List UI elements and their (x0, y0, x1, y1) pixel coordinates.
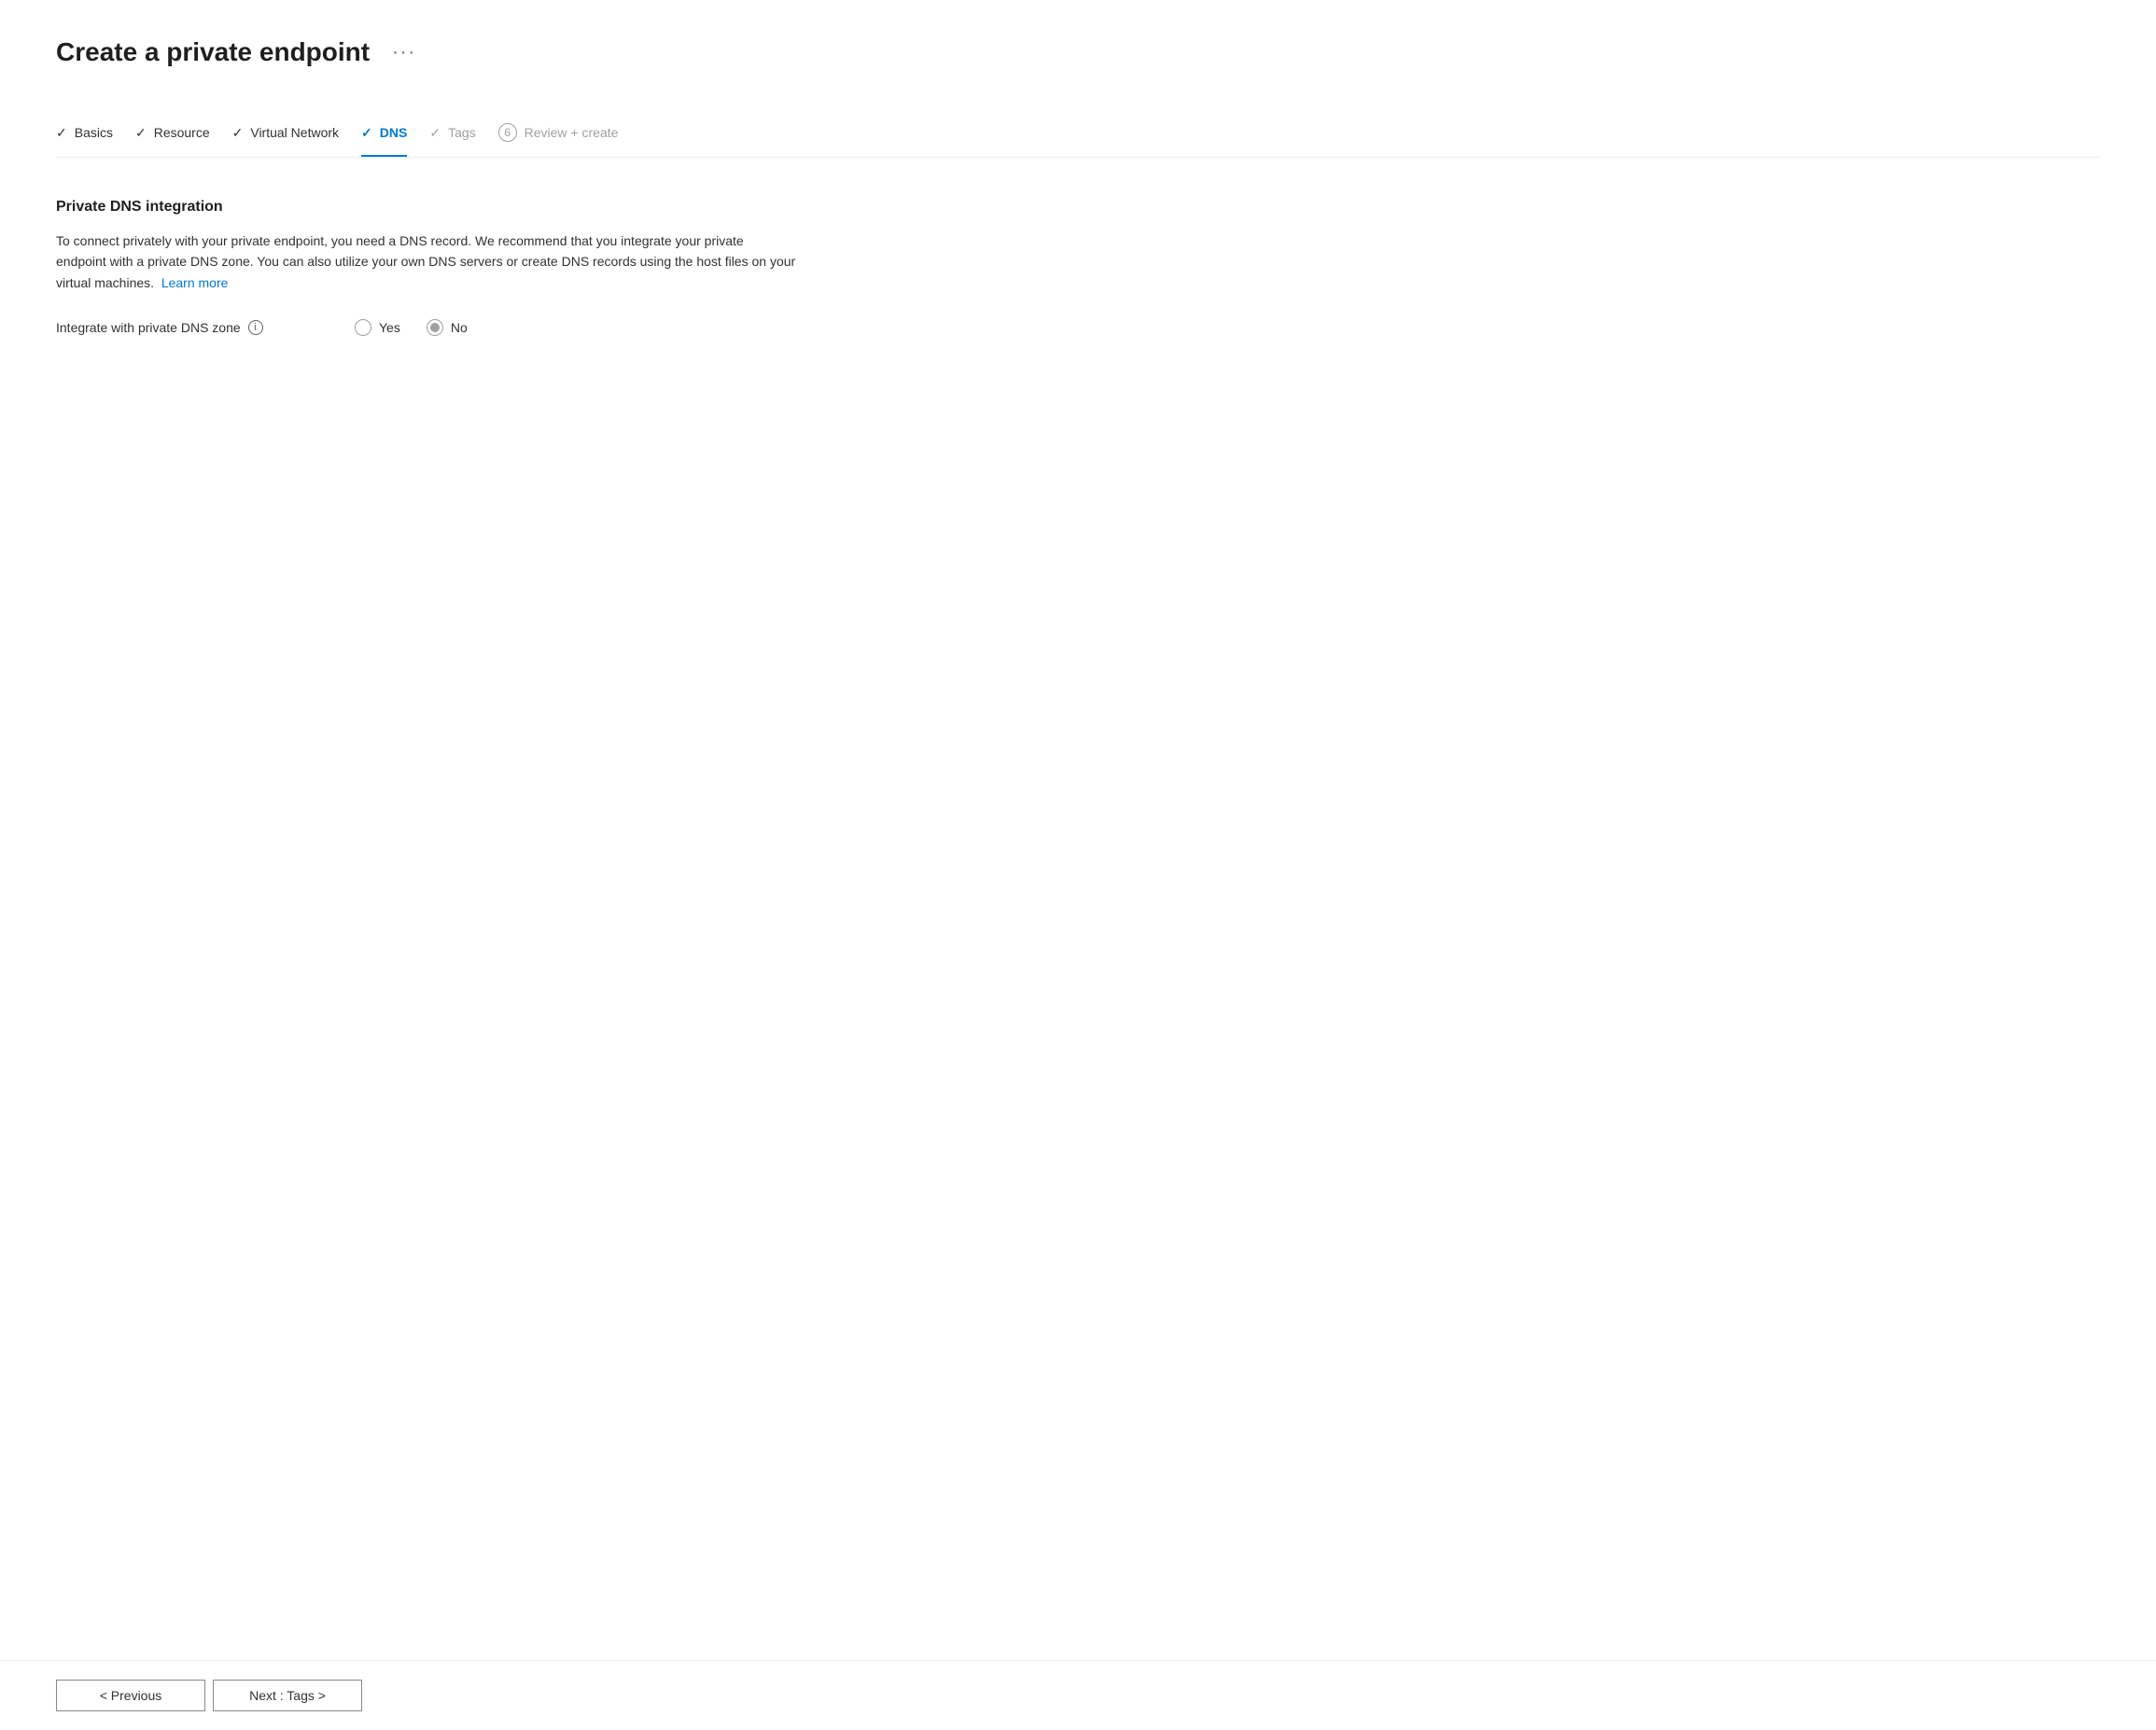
page-title: Create a private endpoint (56, 37, 370, 67)
step-resource[interactable]: ✓ Resource (135, 114, 232, 156)
wizard-steps: ✓ Basics ✓ Resource ✓ Virtual Network ✓ … (56, 112, 2100, 158)
step-resource-label: Resource (154, 125, 210, 140)
step-basics-label: Basics (75, 125, 113, 140)
step-number-review: 6 (498, 123, 517, 142)
check-virtual-network: ✓ (232, 125, 244, 141)
radio-option-no[interactable]: No (427, 319, 468, 336)
more-options-button[interactable]: ··· (385, 38, 424, 67)
previous-button[interactable]: < Previous (56, 1680, 205, 1711)
step-basics[interactable]: ✓ Basics (56, 114, 135, 156)
step-review-create[interactable]: 6 Review + create (498, 112, 641, 157)
radio-option-yes[interactable]: Yes (355, 319, 400, 336)
check-dns: ✓ (361, 125, 372, 141)
step-dns[interactable]: ✓ DNS (361, 114, 429, 156)
step-virtual-network-label: Virtual Network (250, 125, 339, 140)
check-basics: ✓ (56, 125, 67, 141)
page-container: Create a private endpoint ··· ✓ Basics ✓… (0, 0, 2156, 343)
step-dns-label: DNS (380, 125, 408, 140)
section-title: Private DNS integration (56, 199, 2100, 216)
description-line1: To connect privately with your private e… (56, 233, 744, 248)
radio-circle-no[interactable] (427, 319, 443, 336)
content-area: Private DNS integration To connect priva… (56, 191, 2100, 343)
learn-more-link[interactable]: Learn more (161, 275, 229, 290)
description-line3: virtual machines. (56, 275, 154, 290)
title-row: Create a private endpoint ··· (56, 37, 2100, 67)
step-virtual-network[interactable]: ✓ Virtual Network (232, 114, 361, 156)
radio-label-yes: Yes (379, 320, 400, 335)
info-icon[interactable]: i (248, 320, 263, 335)
form-label-text: Integrate with private DNS zone (56, 320, 241, 335)
step-review-create-label: Review + create (525, 125, 619, 140)
form-row: Integrate with private DNS zone i Yes No (56, 319, 2100, 336)
description-line2: endpoint with a private DNS zone. You ca… (56, 254, 795, 269)
form-label-container: Integrate with private DNS zone i (56, 320, 317, 335)
radio-circle-yes[interactable] (355, 319, 371, 336)
radio-group: Yes No (355, 319, 468, 336)
description-text: To connect privately with your private e… (56, 230, 1176, 293)
bottom-nav: < Previous Next : Tags > (0, 1660, 2156, 1730)
check-tags: ✓ (429, 125, 441, 141)
step-tags[interactable]: ✓ Tags (429, 114, 497, 156)
step-tags-label: Tags (448, 125, 476, 140)
radio-label-no: No (451, 320, 468, 335)
next-button[interactable]: Next : Tags > (213, 1680, 362, 1711)
check-resource: ✓ (135, 125, 147, 141)
